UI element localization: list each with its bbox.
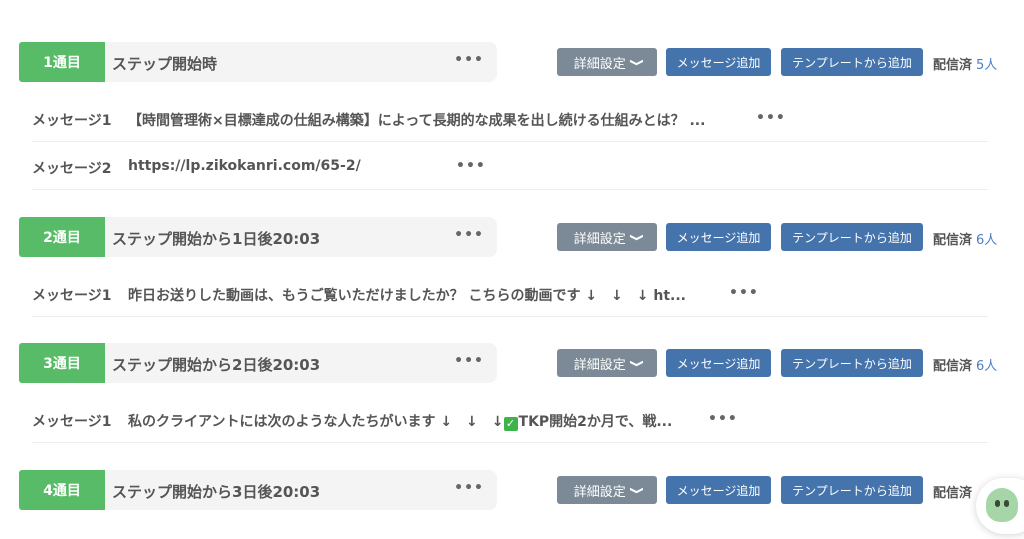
message-more-menu-icon[interactable]: ••• bbox=[708, 412, 738, 426]
message-more-menu-icon[interactable]: ••• bbox=[456, 159, 486, 173]
message-preview: 私のクライアントには次のような人たちがいます ↓ ↓ ↓ ✓ TKP開始2か月で、戦… bbox=[128, 411, 672, 431]
chat-bot-icon bbox=[986, 488, 1018, 522]
step-title-box: ステップ開始時 ••• bbox=[105, 42, 497, 82]
add-from-template-button[interactable]: テンプレートから追加 bbox=[781, 476, 923, 504]
add-message-button[interactable]: メッセージ追加 bbox=[666, 476, 771, 504]
add-message-button[interactable]: メッセージ追加 bbox=[666, 48, 771, 76]
chevron-down-icon: ❯ bbox=[628, 232, 644, 242]
step-header: 2通目 ステップ開始から1日後20:03 ••• 詳細設定 ❯ メッセージ追加 … bbox=[19, 217, 1009, 257]
message-preview-text: 私のクライアントには次のような人たちがいます ↓ ↓ ↓ bbox=[128, 414, 504, 430]
message-row[interactable]: メッセージ1 私のクライアントには次のような人たちがいます ↓ ↓ ↓ ✓ TKP開… bbox=[32, 395, 988, 443]
detail-settings-button[interactable]: 詳細設定 ❯ bbox=[557, 476, 657, 504]
step-title-box: ステップ開始から1日後20:03 ••• bbox=[105, 217, 497, 257]
detail-settings-button[interactable]: 詳細設定 ❯ bbox=[557, 349, 657, 377]
detail-settings-label: 詳細設定 bbox=[573, 484, 626, 500]
detail-settings-label: 詳細設定 bbox=[573, 56, 626, 72]
sent-count-value[interactable]: 5人 bbox=[976, 58, 997, 73]
sent-count: 配信済 bbox=[933, 482, 976, 501]
message-more-menu-icon[interactable]: ••• bbox=[756, 111, 786, 125]
message-row[interactable]: メッセージ2 https://lp.zikokanri.com/65-2/ ••… bbox=[32, 142, 988, 190]
message-preview: 昨日お送りした動画は、もうご覧いただけましたか？ こちらの動画です ↓ ↓ ↓ … bbox=[128, 288, 687, 304]
step-title-box: ステップ開始から3日後20:03 ••• bbox=[105, 470, 497, 510]
chat-widget-button[interactable] bbox=[976, 478, 1024, 534]
sent-label: 配信済 bbox=[933, 58, 973, 73]
message-row[interactable]: メッセージ1 【時間管理術×目標達成の仕組み構築】によって長期的な成果を出し続け… bbox=[32, 94, 988, 142]
step-header: 3通目 ステップ開始から2日後20:03 ••• 詳細設定 ❯ メッセージ追加 … bbox=[19, 343, 1009, 383]
message-more-menu-icon[interactable]: ••• bbox=[729, 286, 759, 300]
step-more-menu-icon[interactable]: ••• bbox=[454, 228, 484, 242]
detail-settings-button[interactable]: 詳細設定 ❯ bbox=[557, 223, 657, 251]
message-label: メッセージ1 bbox=[32, 414, 112, 430]
step-more-menu-icon[interactable]: ••• bbox=[454, 481, 484, 495]
step-header: 1通目 ステップ開始時 ••• 詳細設定 ❯ メッセージ追加 テンプレートから追… bbox=[19, 42, 1009, 82]
step-title-box: ステップ開始から2日後20:03 ••• bbox=[105, 343, 497, 383]
add-from-template-button[interactable]: テンプレートから追加 bbox=[781, 349, 923, 377]
chevron-down-icon: ❯ bbox=[628, 485, 644, 495]
message-preview: 【時間管理術×目標達成の仕組み構築】によって長期的な成果を出し続ける仕組みとは？… bbox=[128, 113, 706, 129]
step-title: ステップ開始から2日後20:03 bbox=[112, 356, 321, 374]
step-number-badge: 2通目 bbox=[19, 217, 105, 257]
sent-count-value[interactable]: 6人 bbox=[976, 359, 997, 374]
step-number-badge: 4通目 bbox=[19, 470, 105, 510]
message-preview-text: TKP開始2か月で、戦... bbox=[518, 414, 673, 430]
sent-count: 配信済 5人 bbox=[933, 54, 997, 73]
sent-label: 配信済 bbox=[933, 359, 973, 374]
step-number-badge: 3通目 bbox=[19, 343, 105, 383]
sent-label: 配信済 bbox=[933, 233, 973, 248]
sent-count: 配信済 6人 bbox=[933, 229, 997, 248]
step-header: 4通目 ステップ開始から3日後20:03 ••• 詳細設定 ❯ メッセージ追加 … bbox=[19, 470, 1009, 510]
add-message-button[interactable]: メッセージ追加 bbox=[666, 349, 771, 377]
message-label: メッセージ1 bbox=[32, 288, 112, 304]
message-label: メッセージ1 bbox=[32, 113, 112, 129]
chevron-down-icon: ❯ bbox=[628, 358, 644, 368]
step-number-badge: 1通目 bbox=[19, 42, 105, 82]
chat-bot-eye bbox=[995, 500, 1000, 507]
sent-label: 配信済 bbox=[933, 486, 973, 501]
chevron-down-icon: ❯ bbox=[628, 57, 644, 67]
step-more-menu-icon[interactable]: ••• bbox=[454, 354, 484, 368]
sent-count-value[interactable]: 6人 bbox=[976, 233, 997, 248]
message-label: メッセージ2 bbox=[32, 161, 112, 177]
chat-bot-eye bbox=[1004, 500, 1009, 507]
add-message-button[interactable]: メッセージ追加 bbox=[666, 223, 771, 251]
detail-settings-label: 詳細設定 bbox=[573, 231, 626, 247]
check-mark-icon: ✓ bbox=[503, 417, 518, 431]
add-from-template-button[interactable]: テンプレートから追加 bbox=[781, 223, 923, 251]
detail-settings-button[interactable]: 詳細設定 ❯ bbox=[557, 48, 657, 76]
step-title: ステップ開始時 bbox=[112, 55, 218, 73]
add-from-template-button[interactable]: テンプレートから追加 bbox=[781, 48, 923, 76]
sent-count: 配信済 6人 bbox=[933, 355, 997, 374]
detail-settings-label: 詳細設定 bbox=[573, 357, 626, 373]
message-row[interactable]: メッセージ1 昨日お送りした動画は、もうご覧いただけましたか？ こちらの動画です… bbox=[32, 269, 988, 317]
message-preview: https://lp.zikokanri.com/65-2/ bbox=[128, 158, 361, 174]
step-title: ステップ開始から3日後20:03 bbox=[112, 483, 321, 501]
step-title: ステップ開始から1日後20:03 bbox=[112, 230, 321, 248]
step-more-menu-icon[interactable]: ••• bbox=[454, 53, 484, 67]
